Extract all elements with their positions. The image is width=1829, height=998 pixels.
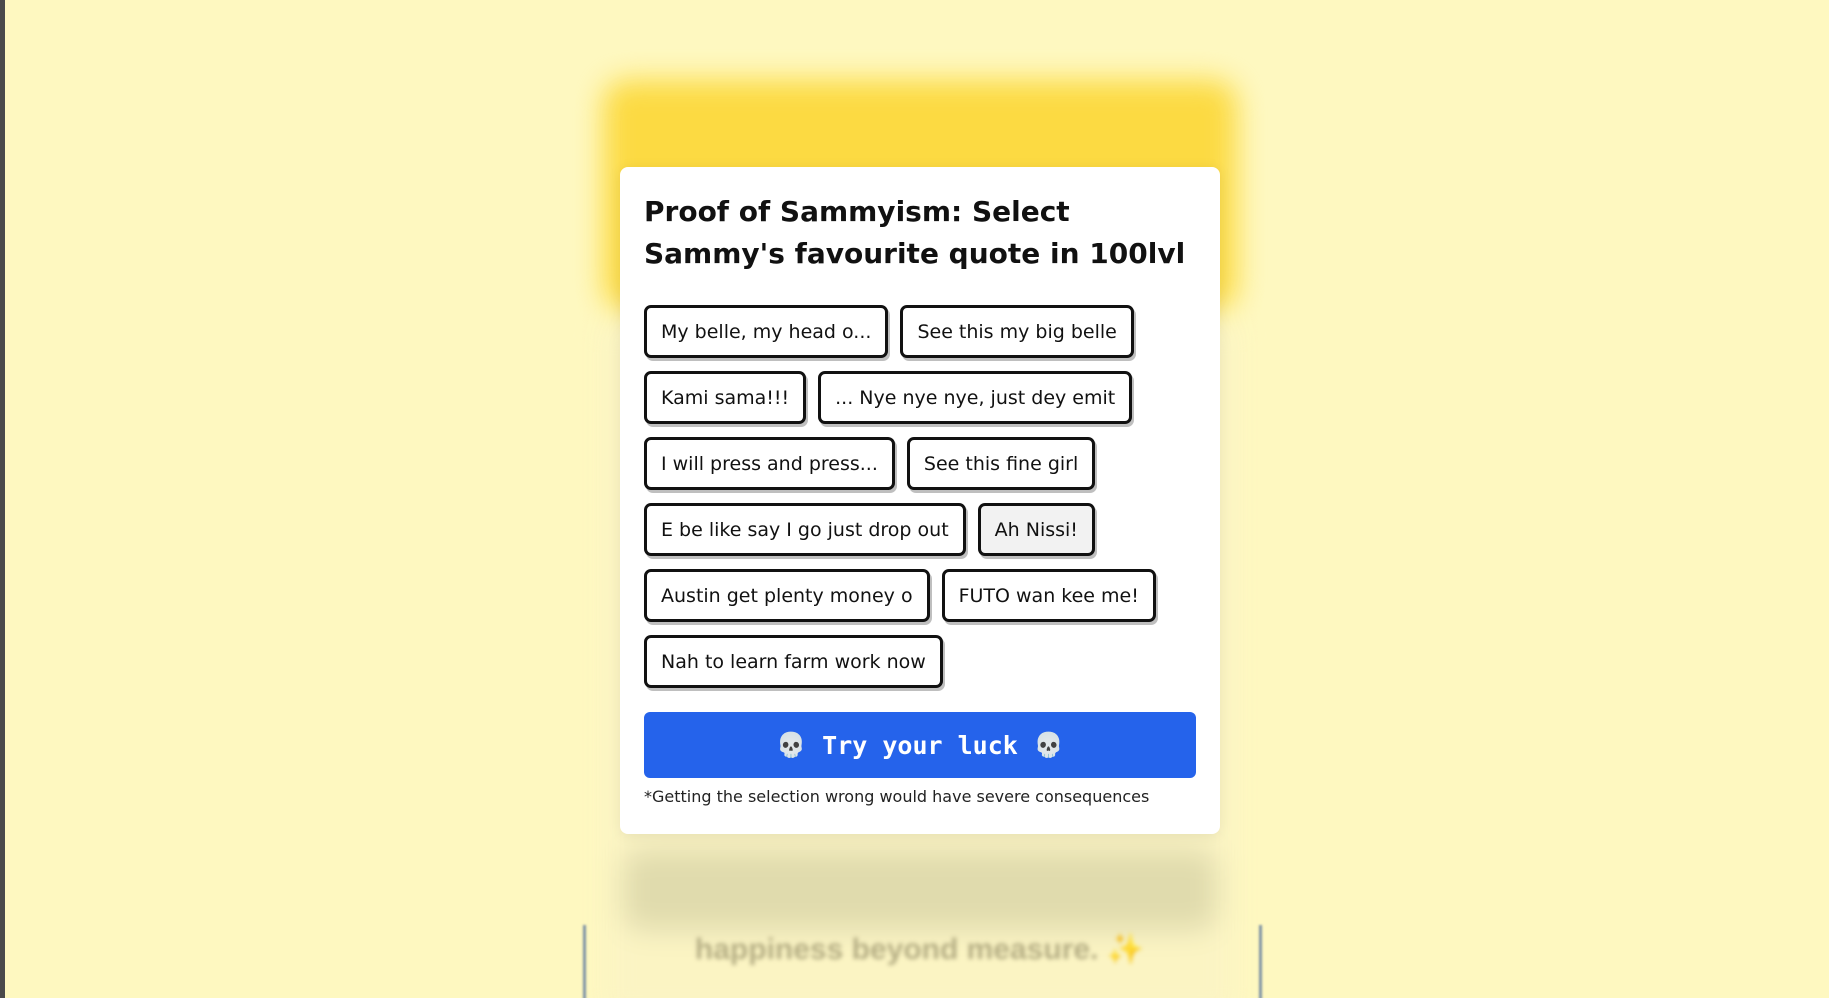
window-edge xyxy=(0,0,5,998)
quote-option[interactable]: See this my big belle xyxy=(900,305,1134,358)
quote-option[interactable]: ... Nye nye nye, just dey emit xyxy=(818,371,1133,424)
quote-option[interactable]: Austin get plenty money o xyxy=(644,569,930,622)
quote-option[interactable]: Nah to learn farm work now xyxy=(644,635,943,688)
quote-option[interactable]: Ah Nissi! xyxy=(977,503,1095,556)
background-shadow xyxy=(623,850,1217,930)
quote-selection-modal: Proof of Sammyism: Select Sammy's favour… xyxy=(620,167,1220,834)
background-caption: happiness beyond measure. ✨ xyxy=(694,933,1145,966)
quote-option[interactable]: FUTO wan kee me! xyxy=(941,569,1156,622)
quote-option[interactable]: E be like say I go just drop out xyxy=(644,503,966,556)
quote-options: My belle, my head o... See this my big b… xyxy=(644,305,1196,688)
modal-title: Proof of Sammyism: Select Sammy's favour… xyxy=(644,195,1186,270)
quote-option[interactable]: I will press and press... xyxy=(644,437,895,490)
quote-option[interactable]: Kami sama!!! xyxy=(644,371,807,424)
quote-option[interactable]: See this fine girl xyxy=(906,437,1096,490)
skull-icon: 💀 xyxy=(1033,731,1064,759)
quote-option[interactable]: My belle, my head o... xyxy=(644,305,889,358)
submit-label: Try your luck xyxy=(822,730,1018,760)
skull-icon: 💀 xyxy=(776,731,807,759)
try-your-luck-button[interactable]: 💀 Try your luck 💀 xyxy=(644,712,1196,778)
warning-note: *Getting the selection wrong would have … xyxy=(644,787,1150,806)
